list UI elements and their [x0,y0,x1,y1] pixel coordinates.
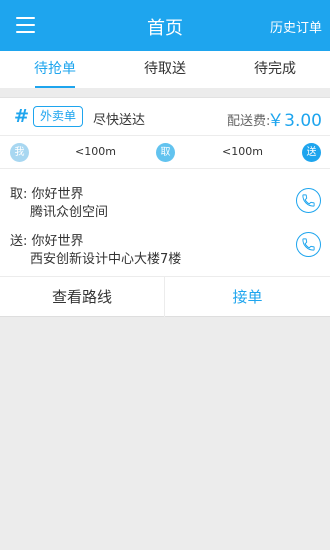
delivery-badge: 送 [302,143,321,162]
order-header: # 外卖单 尽快送达 配送费: ￥3.00 [0,98,330,136]
view-route-button[interactable]: 查看路线 [0,277,165,318]
hash-icon: # [14,106,30,127]
fee-value: ￥3.00 [267,111,322,131]
tab-bar: 待抢单 待取送 待完成 [0,51,330,88]
active-tab-indicator [35,86,75,88]
phone-icon[interactable] [296,188,321,213]
tab-pending-grab[interactable]: 待抢单 [0,51,110,88]
order-type-tag: 外卖单 [33,106,84,127]
pickup-badge: 取 [156,143,175,162]
order-actions: 查看路线 接单 [0,276,330,318]
distance-to-delivery: <100m [222,145,263,158]
fee-label: 配送费: [227,114,271,129]
pickup-name: 你好世界 [31,187,84,202]
top-app-bar: 首页 历史订单 [0,0,330,51]
delivery-label: 送: [10,234,28,249]
route-progress: 我 <100m 取 <100m 送 [0,136,330,169]
delivery-name: 你好世界 [31,234,84,249]
tab-pending-complete[interactable]: 待完成 [220,51,330,88]
delivery-address: 送: 你好世界 西安创新设计中心大楼7楼 [10,233,181,269]
me-badge: 我 [10,143,29,162]
distance-to-pickup: <100m [75,145,116,158]
order-card: # 外卖单 尽快送达 配送费: ￥3.00 我 <100m 取 <100m 送 … [0,97,330,318]
pickup-address: 取: 你好世界 腾讯众创空间 [10,186,108,222]
phone-icon[interactable] [296,232,321,257]
tab-pending-pickup[interactable]: 待取送 [110,51,220,88]
history-orders-button[interactable]: 历史订单 [270,17,322,36]
delivery-detail: 西安创新设计中心大楼7楼 [30,252,182,267]
accept-order-button[interactable]: 接单 [165,277,330,318]
pickup-detail: 腾讯众创空间 [30,205,109,220]
pickup-label: 取: [10,187,28,202]
delivery-time: 尽快送达 [93,113,146,128]
